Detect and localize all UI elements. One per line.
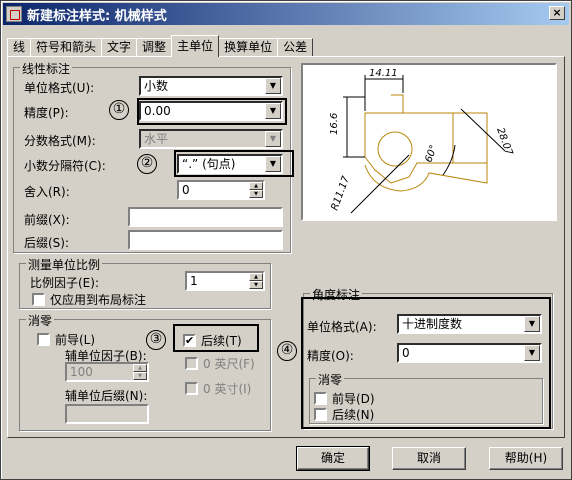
round-input[interactable]: 0 ▲ ▼ <box>177 180 265 200</box>
help-button[interactable]: 帮助(H) <box>489 447 563 470</box>
preview-drawing: 14.11 16.6 28.07 60° R11.17 <box>329 68 515 214</box>
ok-button[interactable]: 确定 <box>296 446 370 471</box>
window-title: 新建标注样式: 机械样式 <box>27 8 167 24</box>
unit-format-label: 单位格式(U): <box>24 81 95 95</box>
tab-symbols-arrows[interactable]: 符号和箭头 <box>30 38 103 57</box>
leading-zero-checkbox[interactable]: 前导(L) <box>37 331 95 348</box>
tab-tolerances[interactable]: 公差 <box>277 38 314 57</box>
checkbox-box[interactable] <box>37 333 50 346</box>
dim-radius-label: R11.17 <box>329 174 352 212</box>
inch-zero-checkbox[interactable]: 0 英寸(I) <box>185 380 251 397</box>
round-spinner[interactable]: ▲ ▼ <box>249 182 263 198</box>
part-hole <box>377 131 413 167</box>
app-icon <box>6 6 22 22</box>
decimal-separator-label: 小数分隔符(C): <box>24 159 106 173</box>
dialog-window: 新建标注样式: 机械样式 × 线 符号和箭头 文字 调整 主单位 换算单位 公差… <box>0 0 572 480</box>
checkbox-box[interactable] <box>185 382 198 395</box>
zero-suppress-group-title: 消零 <box>26 312 55 329</box>
scale-factor-spinner[interactable]: ▲ ▼ <box>249 273 263 289</box>
cancel-button[interactable]: 取消 <box>392 447 466 470</box>
dim-angle-label: 60° <box>423 144 439 164</box>
linear-group-title: 线性标注 <box>20 60 73 77</box>
annotation-number-2: ② <box>137 154 157 174</box>
title-bar[interactable]: 新建标注样式: 机械样式 × <box>3 3 569 25</box>
annotation-number-1: ① <box>109 100 129 120</box>
dim-left-label: 16.6 <box>329 113 340 135</box>
sub-unit-factor-spinner[interactable]: ▲ ▼ <box>133 364 147 380</box>
dim-top-label: 14.11 <box>369 68 398 79</box>
scale-group-title: 测量单位比例 <box>26 256 103 273</box>
tab-alternate-units[interactable]: 换算单位 <box>218 38 279 57</box>
annotation-number-4: ④ <box>277 341 297 361</box>
suffix-label: 后缀(S): <box>24 236 70 250</box>
prefix-label: 前缀(X): <box>24 213 70 227</box>
precision-label: 精度(P): <box>24 106 69 120</box>
sub-unit-suffix-label: 辅单位后缀(N): <box>65 389 148 403</box>
tab-text[interactable]: 文字 <box>101 38 138 57</box>
sub-unit-factor-input[interactable]: 100 ▲ ▼ <box>65 362 149 382</box>
sub-unit-suffix-input[interactable] <box>65 404 149 424</box>
checkbox-box[interactable] <box>32 293 45 306</box>
unit-format-select[interactable]: 小数 ▼ <box>139 76 283 96</box>
tab-bar: 线 符号和箭头 文字 调整 主单位 换算单位 公差 <box>7 35 314 57</box>
part-outline <box>364 112 488 184</box>
annotation-box-1 <box>137 98 287 125</box>
scale-factor-input[interactable]: 1 ▲ ▼ <box>185 271 265 291</box>
annotation-number-3: ③ <box>146 330 166 350</box>
close-button[interactable]: × <box>549 6 565 20</box>
scale-factor-label: 比例因子(E): <box>30 276 99 290</box>
tab-primary-units[interactable]: 主单位 <box>171 35 220 57</box>
dimension-preview: 14.11 16.6 28.07 60° R11.17 <box>301 63 557 221</box>
annotation-box-3 <box>173 324 259 352</box>
fraction-format-label: 分数格式(M): <box>24 134 96 148</box>
chevron-down-icon: ▼ <box>265 78 281 94</box>
annotation-box-4 <box>301 297 551 429</box>
tab-lines[interactable]: 线 <box>7 38 32 57</box>
dim-right-label: 28.07 <box>494 126 514 157</box>
round-label: 舍入(R): <box>24 185 70 199</box>
layout-only-checkbox[interactable]: 仅应用到布局标注 <box>32 291 146 308</box>
tab-fit[interactable]: 调整 <box>136 38 173 57</box>
chevron-down-icon: ▼ <box>265 131 281 147</box>
prefix-input[interactable] <box>128 207 283 227</box>
fraction-format-select[interactable]: 水平 ▼ <box>139 129 283 149</box>
feet-zero-checkbox[interactable]: 0 英尺(F) <box>185 355 255 372</box>
checkbox-box[interactable] <box>185 357 198 370</box>
suffix-input[interactable] <box>128 230 283 250</box>
annotation-box-2 <box>174 150 294 177</box>
